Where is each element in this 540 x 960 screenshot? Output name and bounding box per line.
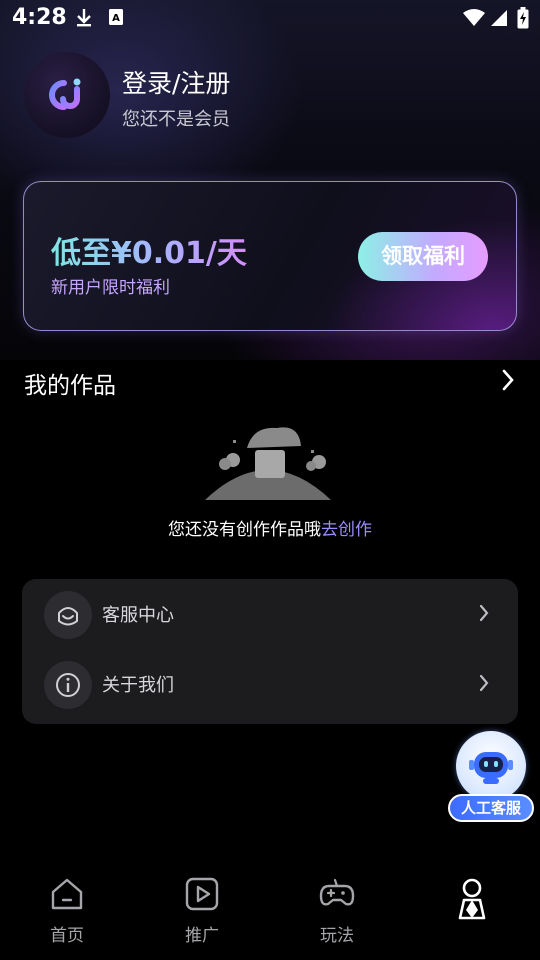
nav-item-promote[interactable]: 推广 [152,860,252,960]
my-works-title: 我的作品 [24,373,116,399]
login-register-link[interactable]: 登录/注册 [122,64,230,100]
nav-label: 玩法 [320,926,354,946]
svg-text:A: A [112,13,120,24]
nav-item-home[interactable]: 首页 [17,860,117,960]
app-logo-icon [49,78,81,110]
play-box-icon [185,877,219,911]
battery-charging-icon [517,7,529,29]
home-icon [51,878,83,910]
chevron-right-icon[interactable] [500,368,516,392]
menu-item-customer-service[interactable]: 客服中心 [22,579,518,649]
promo-price: 低至¥0.01/天 [51,228,247,272]
menu-item-about-us[interactable]: 关于我们 [22,649,518,719]
human-service-fab[interactable]: 人工客服 [448,731,534,825]
empty-works-illustration [205,427,331,500]
wifi-icon [463,9,485,26]
nav-label: 推广 [185,926,219,946]
menu-item-label: 客服中心 [102,605,174,626]
status-bar: 4:28 A [0,0,540,38]
person-icon [458,878,486,920]
avatar[interactable] [24,52,110,138]
membership-status: 您还不是会员 [122,109,230,130]
bottom-nav: 首页 推广 玩法 [0,860,540,960]
empty-works-text: 您还没有创作作品哦 [168,520,321,540]
promo-subtitle: 新用户限时福利 [51,278,170,298]
info-icon [44,661,92,709]
a-box-icon: A [109,9,123,25]
signal-icon [491,10,507,26]
robot-icon [456,731,526,801]
headset-smile-icon [44,591,92,639]
nav-item-gameplay[interactable]: 玩法 [287,860,387,960]
empty-works-message: 您还没有创作作品哦去创作 [0,515,540,540]
status-time: 4:28 [12,5,67,30]
promo-card[interactable]: 低至¥0.01/天 新用户限时福利 领取福利 [23,181,517,331]
claim-benefit-button[interactable]: 领取福利 [358,232,488,281]
chevron-right-icon [479,604,489,622]
nav-item-profile[interactable] [422,860,522,960]
menu-item-label: 关于我们 [102,675,174,696]
download-icon [77,9,91,27]
gamepad-icon [319,878,355,906]
chevron-right-icon [479,674,489,692]
menu-card: 客服中心 关于我们 [22,579,518,724]
nav-label: 首页 [50,926,84,946]
go-create-link[interactable]: 去创作 [321,520,372,540]
human-service-label: 人工客服 [448,794,534,822]
